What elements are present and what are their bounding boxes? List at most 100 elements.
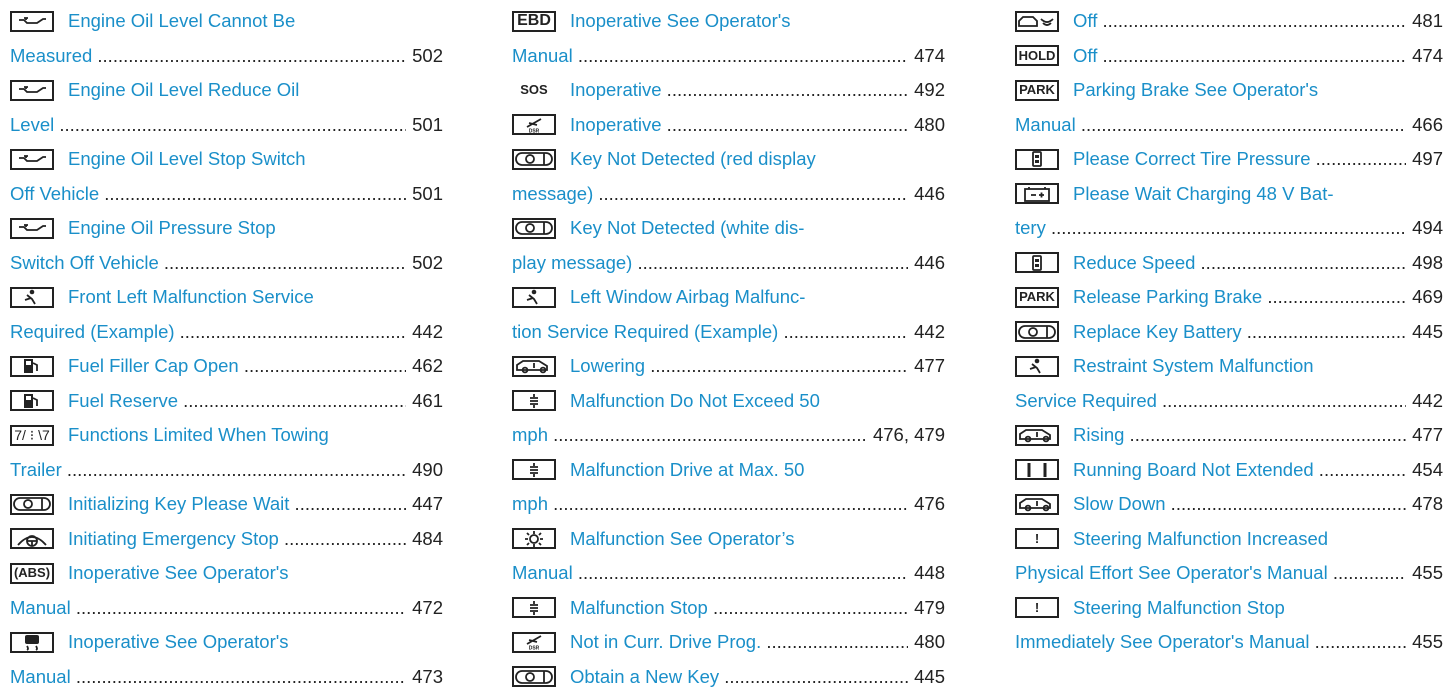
page-number[interactable]: 501 — [406, 177, 443, 212]
entry-text[interactable]: Required (Example) — [10, 315, 406, 350]
entry-text[interactable]: message) — [512, 177, 908, 212]
page-number[interactable]: 492 — [908, 73, 945, 108]
page-number[interactable]: 447 — [406, 487, 443, 522]
page-number[interactable]: 480 — [908, 108, 945, 143]
entry-text[interactable]: mph — [512, 418, 867, 453]
entry-text[interactable]: Parking Brake See Operator's — [1073, 73, 1318, 108]
page-number[interactable]: 476, 479 — [867, 418, 945, 453]
entry-text[interactable]: Inoperative See Operator's — [68, 556, 289, 591]
entry-text[interactable]: Trailer — [10, 453, 406, 488]
entry-text[interactable]: Steering Malfunction Stop — [1073, 591, 1285, 626]
entry-text[interactable]: Engine Oil Level Cannot Be — [68, 4, 295, 39]
entry-text[interactable]: Restraint System Malfunction — [1073, 349, 1314, 384]
page-number[interactable]: 484 — [406, 522, 443, 557]
entry-text[interactable]: Off — [1073, 4, 1406, 39]
page-number[interactable]: 476 — [908, 487, 945, 522]
page-number[interactable]: 472 — [406, 591, 443, 626]
entry-text[interactable]: Inoperative — [570, 108, 908, 143]
page-number[interactable]: 490 — [406, 453, 443, 488]
entry-text[interactable]: Engine Oil Level Stop Switch — [68, 142, 306, 177]
page-number[interactable]: 454 — [1406, 453, 1443, 488]
entry-text[interactable]: Engine Oil Level Reduce Oil — [68, 73, 299, 108]
entry-text[interactable]: Initiating Emergency Stop — [68, 522, 406, 557]
index-entry-continuation: Trailer490 — [10, 453, 443, 488]
entry-text[interactable]: Key Not Detected (red display — [570, 142, 816, 177]
entry-text[interactable]: tion Service Required (Example) — [512, 315, 908, 350]
entry-text[interactable]: Reduce Speed — [1073, 246, 1406, 281]
page-number[interactable]: 455 — [1406, 625, 1443, 660]
page-number[interactable]: 469 — [1406, 280, 1443, 315]
entry-text[interactable]: Inoperative See Operator's — [68, 625, 289, 660]
entry-text[interactable]: tery — [1015, 211, 1406, 246]
page-number[interactable]: 466 — [1406, 108, 1443, 143]
page-number[interactable]: 497 — [1406, 142, 1443, 177]
page-number[interactable]: 474 — [1406, 39, 1443, 74]
entry-text[interactable]: Immediately See Operator's Manual — [1015, 625, 1406, 660]
page-number[interactable]: 442 — [406, 315, 443, 350]
entry-text[interactable]: Level — [10, 108, 406, 143]
entry-text[interactable]: Service Required — [1015, 384, 1406, 419]
page-number[interactable]: 455 — [1406, 556, 1443, 591]
entry-text[interactable]: mph — [512, 487, 908, 522]
page-number[interactable]: 445 — [908, 660, 945, 694]
page-number[interactable]: 446 — [908, 177, 945, 212]
entry-text[interactable]: Left Window Airbag Malfunc- — [570, 280, 805, 315]
entry-text[interactable]: Manual — [512, 39, 908, 74]
page-number[interactable]: 474 — [908, 39, 945, 74]
entry-text[interactable]: Measured — [10, 39, 406, 74]
entry-text[interactable]: Obtain a New Key — [570, 660, 908, 694]
entry-text[interactable]: Physical Effort See Operator's Manual — [1015, 556, 1406, 591]
page-number[interactable]: 494 — [1406, 211, 1443, 246]
page-number[interactable]: 446 — [908, 246, 945, 281]
page-number[interactable]: 478 — [1406, 487, 1443, 522]
entry-text[interactable]: Initializing Key Please Wait — [68, 487, 406, 522]
entry-text[interactable]: Release Parking Brake — [1073, 280, 1406, 315]
entry-text[interactable]: Malfunction Do Not Exceed 50 — [570, 384, 820, 419]
entry-text[interactable]: Fuel Reserve — [68, 384, 406, 419]
index-entry-continuation: play message)446 — [512, 246, 945, 281]
entry-text[interactable]: Key Not Detected (white dis- — [570, 211, 804, 246]
entry-text[interactable]: play message) — [512, 246, 908, 281]
entry-text[interactable]: Malfunction Drive at Max. 50 — [570, 453, 804, 488]
entry-text[interactable]: Not in Curr. Drive Prog. — [570, 625, 908, 660]
page-number[interactable]: 481 — [1406, 4, 1443, 39]
page-number[interactable]: 479 — [908, 591, 945, 626]
page-number[interactable]: 442 — [1406, 384, 1443, 419]
entry-text[interactable]: Manual — [10, 591, 406, 626]
entry-text[interactable]: Replace Key Battery — [1073, 315, 1406, 350]
entry-text[interactable]: Inoperative See Operator's — [570, 4, 791, 39]
page-number[interactable]: 473 — [406, 660, 443, 694]
page-number[interactable]: 480 — [908, 625, 945, 660]
entry-text[interactable]: Running Board Not Extended — [1073, 453, 1406, 488]
entry-text[interactable]: Please Wait Charging 48 V Bat- — [1073, 177, 1334, 212]
entry-text[interactable]: Manual — [10, 660, 406, 694]
page-number[interactable]: 462 — [406, 349, 443, 384]
page-number[interactable]: 501 — [406, 108, 443, 143]
entry-text[interactable]: Malfunction Stop — [570, 591, 908, 626]
page-number[interactable]: 442 — [908, 315, 945, 350]
entry-text[interactable]: Off Vehicle — [10, 177, 406, 212]
entry-text[interactable]: Engine Oil Pressure Stop — [68, 211, 276, 246]
entry-text[interactable]: Steering Malfunction Increased — [1073, 522, 1328, 557]
page-number[interactable]: 477 — [1406, 418, 1443, 453]
page-number[interactable]: 477 — [908, 349, 945, 384]
page-number[interactable]: 498 — [1406, 246, 1443, 281]
page-number[interactable]: 502 — [406, 246, 443, 281]
entry-text[interactable]: Switch Off Vehicle — [10, 246, 406, 281]
page-number[interactable]: 502 — [406, 39, 443, 74]
page-number[interactable]: 445 — [1406, 315, 1443, 350]
entry-text[interactable]: Functions Limited When Towing — [68, 418, 329, 453]
page-number[interactable]: 461 — [406, 384, 443, 419]
page-number[interactable]: 448 — [908, 556, 945, 591]
entry-text[interactable]: Off — [1073, 39, 1406, 74]
entry-text[interactable]: Lowering — [570, 349, 908, 384]
entry-text[interactable]: Fuel Filler Cap Open — [68, 349, 406, 384]
entry-text[interactable]: Front Left Malfunction Service — [68, 280, 314, 315]
entry-text[interactable]: Rising — [1073, 418, 1406, 453]
entry-text[interactable]: Manual — [512, 556, 908, 591]
entry-text[interactable]: Inoperative — [570, 73, 908, 108]
entry-text[interactable]: Please Correct Tire Pressure — [1073, 142, 1406, 177]
entry-text[interactable]: Malfunction See Operator’s — [570, 522, 795, 557]
entry-text[interactable]: Slow Down — [1073, 487, 1406, 522]
entry-text[interactable]: Manual — [1015, 108, 1406, 143]
